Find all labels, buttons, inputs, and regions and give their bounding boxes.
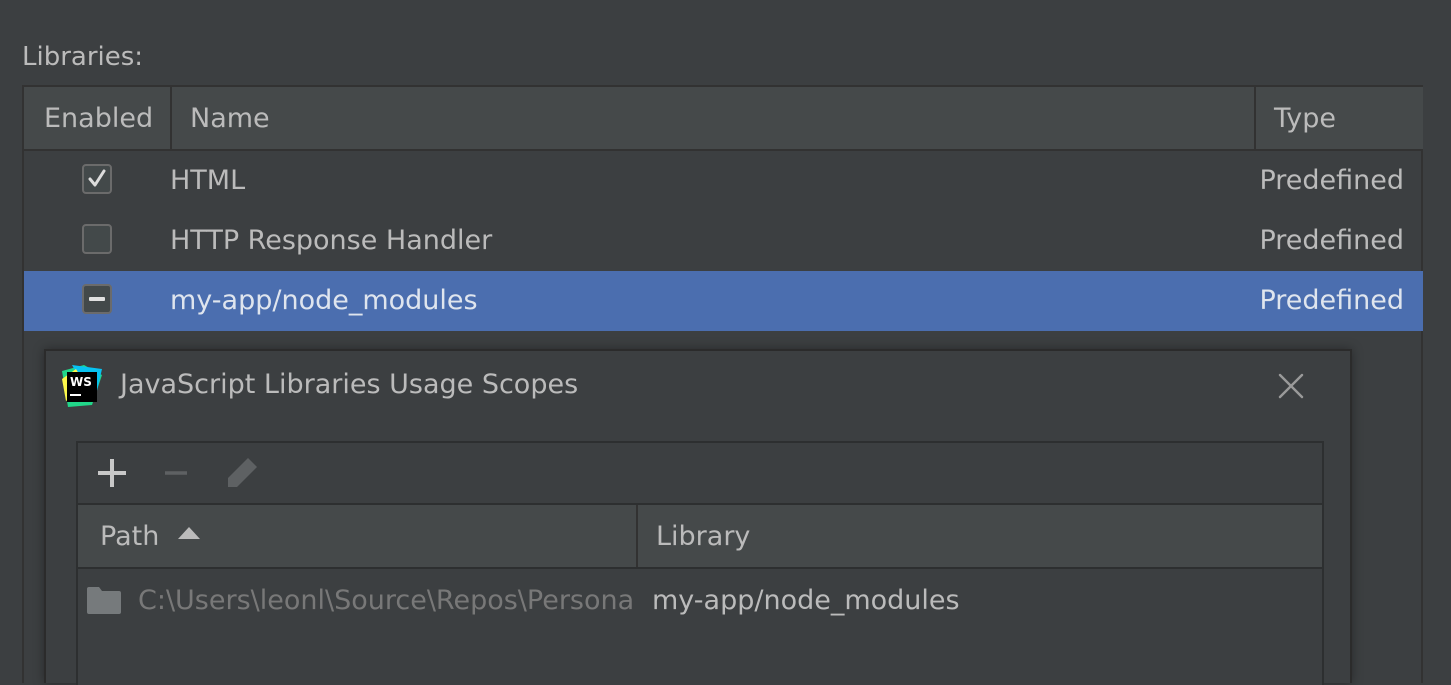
libraries-label: Libraries: <box>22 42 144 72</box>
sort-ascending-icon[interactable] <box>178 527 200 539</box>
column-divider[interactable] <box>1254 87 1256 149</box>
library-row-http-response-handler[interactable]: HTTP Response Handler Predefined <box>24 211 1423 271</box>
column-header-path[interactable]: Path <box>100 505 159 567</box>
pencil-icon[interactable] <box>224 455 260 491</box>
library-type: Predefined <box>1259 225 1404 256</box>
scope-row[interactable]: C:\Users\leonl\Source\Repos\Persona my-a… <box>78 569 1322 631</box>
column-header-library[interactable]: Library <box>656 505 750 567</box>
library-name: HTTP Response Handler <box>170 225 493 256</box>
checkmark-icon <box>88 169 106 187</box>
scopes-toolbar <box>78 443 1322 505</box>
library-type: Predefined <box>1259 165 1404 196</box>
webstorm-logo-icon: WS <box>62 365 102 407</box>
column-divider[interactable] <box>170 87 172 149</box>
library-name: my-app/node_modules <box>170 285 478 316</box>
enabled-checkbox-partial[interactable] <box>82 284 112 314</box>
column-header-enabled[interactable]: Enabled <box>44 87 153 149</box>
library-row-node-modules[interactable]: my-app/node_modules Predefined <box>24 271 1423 331</box>
minus-icon[interactable] <box>158 455 194 491</box>
plus-icon[interactable] <box>94 455 130 491</box>
logo-text: WS <box>70 375 92 389</box>
scope-library: my-app/node_modules <box>652 585 960 616</box>
folder-icon <box>87 587 121 614</box>
close-icon[interactable] <box>1276 371 1306 401</box>
enabled-checkbox-unchecked[interactable] <box>82 224 112 254</box>
enabled-checkbox-checked[interactable] <box>82 164 112 194</box>
scopes-table-header: Path Library <box>78 505 1322 569</box>
indeterminate-dash-icon <box>89 297 105 301</box>
usage-scopes-dialog: WS JavaScript Libraries Usage Scopes Pat… <box>44 349 1352 685</box>
library-name: HTML <box>170 165 246 196</box>
column-header-name[interactable]: Name <box>190 87 270 149</box>
library-row-html[interactable]: HTML Predefined <box>24 151 1423 211</box>
library-type: Predefined <box>1259 285 1404 316</box>
column-divider[interactable] <box>636 505 638 567</box>
column-header-type[interactable]: Type <box>1274 87 1336 149</box>
libraries-table-header: Enabled Name Type <box>24 87 1423 151</box>
dialog-title: JavaScript Libraries Usage Scopes <box>120 369 579 400</box>
scope-path: C:\Users\leonl\Source\Repos\Persona <box>138 585 635 616</box>
scopes-table-panel: Path Library C:\Users\leonl\Source\Repos… <box>76 441 1324 685</box>
